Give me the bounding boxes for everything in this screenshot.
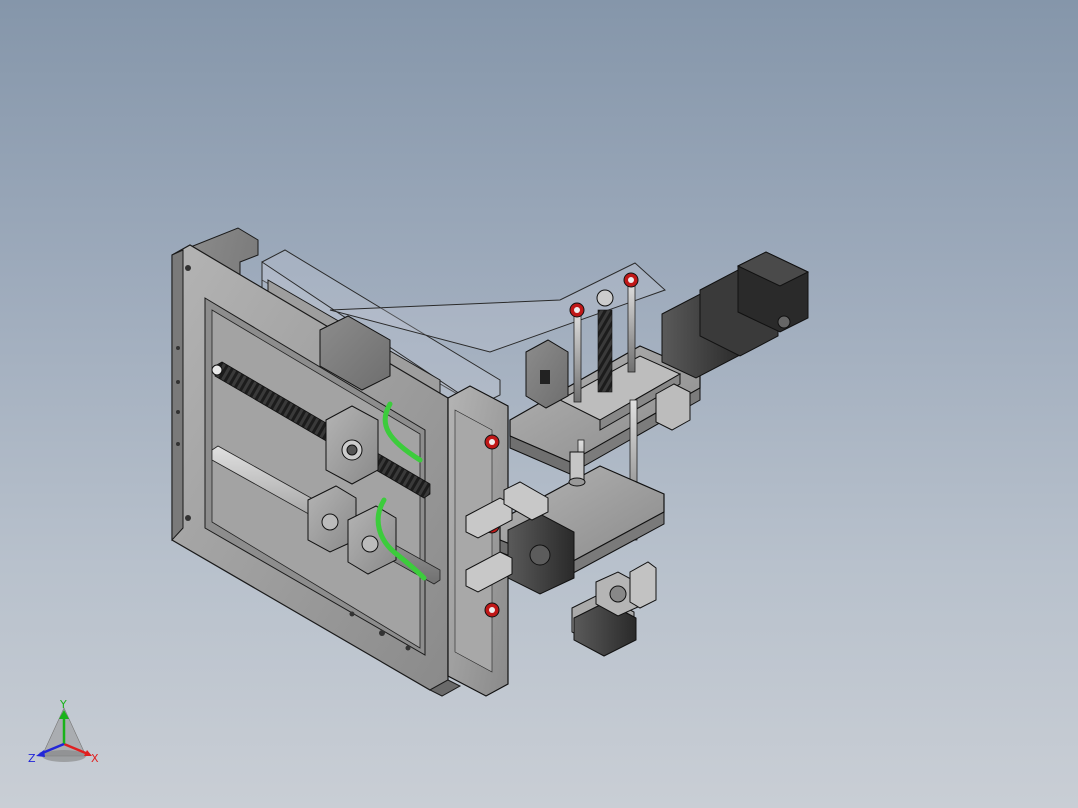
view-orientation-triad[interactable]: X Y Z	[28, 694, 104, 770]
triad-label-x: X	[91, 752, 99, 765]
z-carriage-plate[interactable]	[447, 385, 509, 697]
limit-switch-block[interactable]	[525, 339, 569, 409]
cad-assembly-model[interactable]	[0, 0, 1078, 808]
coupler[interactable]	[568, 451, 586, 487]
leadscrew-nut-block[interactable]	[325, 405, 379, 485]
triad-label-z: Z	[28, 752, 36, 765]
graphics-viewport[interactable]: X Y Z	[0, 0, 1078, 808]
stepper-motor-top[interactable]	[661, 251, 810, 379]
rod-clamp[interactable]	[655, 383, 691, 431]
motor-mount-bracket[interactable]	[629, 561, 657, 609]
y-axis-arrow	[59, 710, 69, 719]
z-axis-arrow	[36, 750, 45, 757]
triad-label-y: Y	[59, 698, 67, 711]
spring-cap	[596, 289, 614, 307]
